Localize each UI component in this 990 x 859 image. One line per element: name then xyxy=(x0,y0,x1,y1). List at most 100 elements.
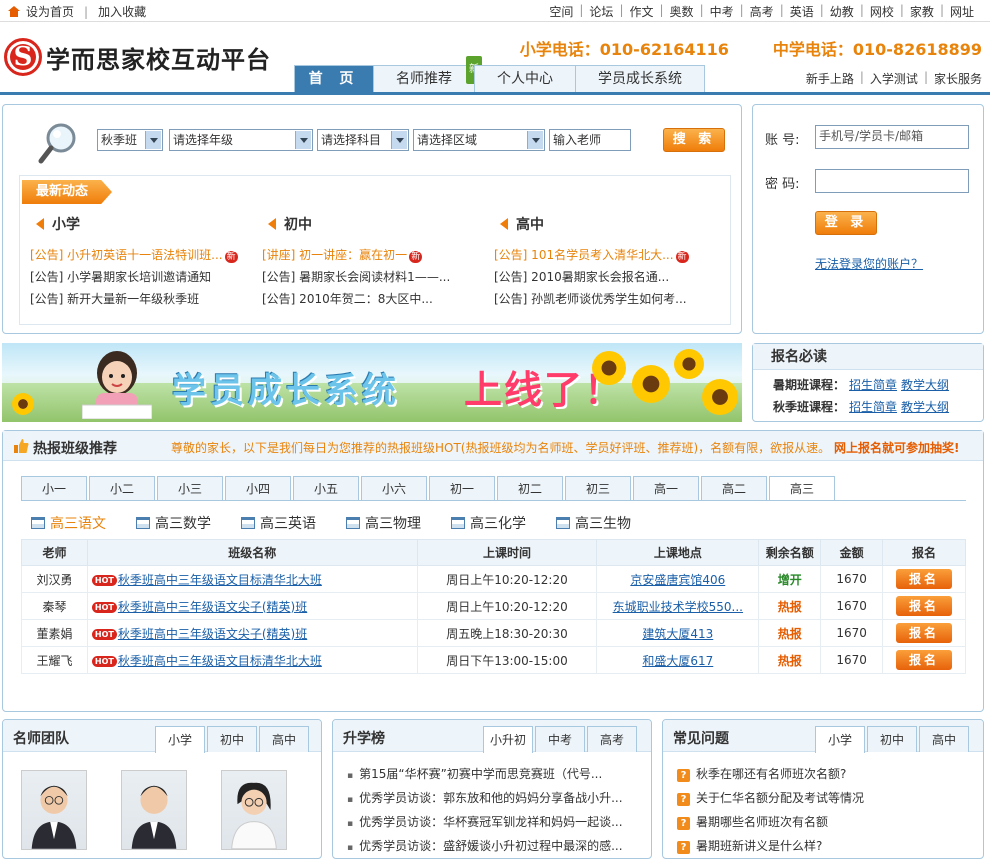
syllabus-link[interactable]: 教学大纲 xyxy=(901,400,949,414)
grade-select[interactable]: 请选择年级 xyxy=(169,129,313,151)
class-location-link[interactable]: 和盛大厦617 xyxy=(642,654,713,668)
top-link[interactable]: 论坛 xyxy=(589,3,613,20)
top-link[interactable]: 幼教 xyxy=(830,3,854,20)
nav-tab-growth-system[interactable]: 学员成长系统 xyxy=(575,65,705,93)
subject-tab[interactable]: 高三数学 xyxy=(136,513,211,533)
signup-button[interactable]: 报名 xyxy=(896,569,953,589)
subject-tab[interactable]: 高三生物 xyxy=(556,513,631,533)
news-item[interactable]: [公告] 2010年贺二：8大区中... xyxy=(258,288,478,310)
list-item[interactable]: 优秀学员访谈：盛舒媛谈小升初过程中最深的感... xyxy=(347,834,622,858)
login-button[interactable]: 登 录 xyxy=(815,211,877,235)
hot-classes-table: 老师 班级名称 上课时间 上课地点 剩余名额 金额 报名 刘汉勇 HOT 秋季班高中… xyxy=(21,539,966,674)
grade-tab[interactable]: 初三 xyxy=(565,476,631,500)
grade-tab[interactable]: 高三 xyxy=(769,476,835,501)
tab-junior[interactable]: 初中 xyxy=(867,726,917,752)
login-panel: 账 号: 手机号/学员卡/邮箱 密 码: 登 录 无法登录您的账户？ xyxy=(752,104,984,334)
news-item[interactable]: [公告] 小学暑期家长培训邀请通知 xyxy=(26,266,246,288)
nav-tab-teachers[interactable]: 名师推荐新 xyxy=(373,56,482,93)
top-link[interactable]: 网校 xyxy=(870,3,894,20)
news-item[interactable]: [公告] 2010暑期家长会报名通... xyxy=(490,266,710,288)
news-item[interactable]: [公告] 孙凯老师谈优秀学生如何考... xyxy=(490,288,710,310)
class-name-link[interactable]: 秋季班高中三年级语文尖子(精英)班 xyxy=(118,600,307,614)
thumbs-up-icon xyxy=(14,439,29,453)
top-link[interactable]: 高考 xyxy=(750,3,774,20)
top-link[interactable]: 网址 xyxy=(950,3,974,20)
grade-tab[interactable]: 小一 xyxy=(21,476,87,500)
site-logo[interactable]: S 学而思家校互动平台 xyxy=(4,38,271,76)
search-button[interactable]: 搜 索 xyxy=(663,128,725,152)
teacher-input[interactable]: 输入老师 xyxy=(549,129,631,151)
tab-senior[interactable]: 高中 xyxy=(259,726,309,752)
account-input[interactable]: 手机号/学员卡/邮箱 xyxy=(815,125,969,149)
list-item[interactable]: 优秀学员访谈：华杯赛冠军钏龙祥和妈妈一起谈... xyxy=(347,810,622,834)
class-location-link[interactable]: 京安盛唐宾馆406 xyxy=(630,573,725,587)
tab-senior[interactable]: 高中 xyxy=(919,726,969,752)
grade-tab[interactable]: 小六 xyxy=(361,476,427,500)
tab-junior[interactable]: 初中 xyxy=(207,726,257,752)
tab-zhongkao[interactable]: 中考 xyxy=(535,726,585,752)
syllabus-link[interactable]: 教学大纲 xyxy=(901,378,949,392)
help-link-entrance-test[interactable]: 入学测试 xyxy=(870,70,918,87)
top-link[interactable]: 英语 xyxy=(790,3,814,20)
list-item[interactable]: 秋季在哪还有名师班次名额? xyxy=(677,762,864,786)
subject-tab[interactable]: 高三英语 xyxy=(241,513,316,533)
teacher-photo[interactable] xyxy=(221,770,287,850)
enrollment-guide-link[interactable]: 招生简章 xyxy=(849,400,897,414)
list-item[interactable]: 优秀学员访谈：郭东放和他的妈妈分享备战小升... xyxy=(347,786,622,810)
region-select[interactable]: 请选择区域 xyxy=(413,129,545,151)
signup-button[interactable]: 报名 xyxy=(896,650,953,670)
teacher-photo[interactable] xyxy=(21,770,87,850)
news-item[interactable]: [公告] 101名学员考入清华北大... 新 xyxy=(490,244,710,266)
class-location-link[interactable]: 建筑大厦413 xyxy=(642,627,713,641)
grade-tab[interactable]: 小五 xyxy=(293,476,359,500)
enrollment-guide-link[interactable]: 招生简章 xyxy=(849,378,897,392)
subject-tab[interactable]: 高三语文 xyxy=(31,513,106,533)
list-item[interactable]: 第15届“华杯赛”初赛中学而思竞赛班（代号... xyxy=(347,762,623,786)
class-name-link[interactable]: 秋季班高中三年级语文目标清华北大班 xyxy=(118,573,322,587)
news-item[interactable]: [公告] 新开大量新一年级秋季班 xyxy=(26,288,246,310)
tab-primary[interactable]: 小学 xyxy=(155,726,205,753)
set-homepage-link[interactable]: 设为首页 xyxy=(26,3,74,20)
logo-s-icon: S xyxy=(4,38,42,76)
tab-primary[interactable]: 小学 xyxy=(815,726,865,753)
class-name-link[interactable]: 秋季班高中三年级语文目标清华北大班 xyxy=(118,654,322,668)
news-item[interactable]: [公告] 小升初英语十一语法特训班... 新 xyxy=(26,244,246,266)
subject-tab[interactable]: 高三化学 xyxy=(451,513,526,533)
price-cell: 1670 xyxy=(820,619,884,647)
forgot-account-link[interactable]: 无法登录您的账户？ xyxy=(815,255,923,272)
nav-tab-personal[interactable]: 个人中心 xyxy=(474,65,576,93)
grade-tab[interactable]: 高一 xyxy=(633,476,699,500)
signup-button[interactable]: 报名 xyxy=(896,623,953,643)
top-link[interactable]: 中考 xyxy=(710,3,734,20)
signup-button[interactable]: 报名 xyxy=(896,596,953,616)
subject-tab[interactable]: 高三物理 xyxy=(346,513,421,533)
top-link[interactable]: 作文 xyxy=(629,3,653,20)
password-input[interactable] xyxy=(815,169,969,193)
list-item[interactable]: 暑期班新讲义是什么样? xyxy=(677,834,864,858)
top-link[interactable]: 空间 xyxy=(549,3,573,20)
add-favorite-link[interactable]: 加入收藏 xyxy=(98,3,146,20)
help-link-beginner[interactable]: 新手上路 xyxy=(806,70,854,87)
news-item[interactable]: [公告] 暑期家长会阅读材料1——... xyxy=(258,266,478,288)
grade-tab[interactable]: 高二 xyxy=(701,476,767,500)
news-item[interactable]: [讲座] 初一讲座：赢在初一新 xyxy=(258,244,478,266)
grade-tab[interactable]: 小二 xyxy=(89,476,155,500)
top-link[interactable]: 家教 xyxy=(910,3,934,20)
grade-tab[interactable]: 小三 xyxy=(157,476,223,500)
class-name-link[interactable]: 秋季班高中三年级语文尖子(精英)班 xyxy=(118,627,307,641)
top-link[interactable]: 奥数 xyxy=(670,3,694,20)
nav-tab-home[interactable]: 首 页 xyxy=(294,65,374,93)
growth-system-banner[interactable]: 学员成长系统 上线了！ xyxy=(2,343,742,422)
term-select[interactable]: 秋季班 xyxy=(97,129,163,151)
subject-select[interactable]: 请选择科目 xyxy=(317,129,409,151)
tab-primary-to-junior[interactable]: 小升初 xyxy=(483,726,533,753)
grade-tab[interactable]: 小四 xyxy=(225,476,291,500)
list-item[interactable]: 关于仁华名额分配及考试等情况 xyxy=(677,786,864,810)
tab-gaokao[interactable]: 高考 xyxy=(587,726,637,752)
grade-tab[interactable]: 初一 xyxy=(429,476,495,500)
help-link-parent-service[interactable]: 家长服务 xyxy=(934,70,982,87)
teacher-photo[interactable] xyxy=(121,770,187,850)
class-location-link[interactable]: 东城职业技术学校550... xyxy=(613,600,743,614)
grade-tab[interactable]: 初二 xyxy=(497,476,563,500)
list-item[interactable]: 暑期哪些名师班次有名额 xyxy=(677,810,864,834)
